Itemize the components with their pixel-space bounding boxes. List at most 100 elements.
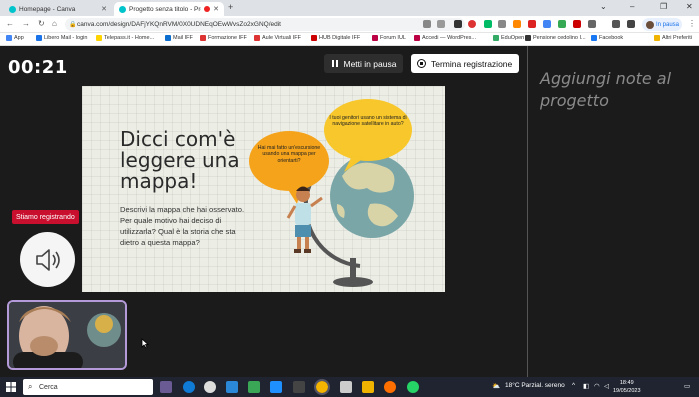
hp-icon[interactable] xyxy=(204,381,216,393)
side-panel-icon[interactable] xyxy=(627,20,635,28)
presentation-slide: Dicci com'è leggere una mappa! Descrivi … xyxy=(82,86,445,292)
globe-stand-base xyxy=(333,277,373,287)
extension-icon[interactable] xyxy=(528,20,536,28)
tab-homepage[interactable]: Homepage - Canva ✕ xyxy=(4,2,112,16)
bookmark-label: Altri Preferiti xyxy=(662,35,692,41)
minimize-icon[interactable]: – xyxy=(630,2,634,11)
bookmark-label: EduOpen xyxy=(501,35,525,41)
recording-timer: 00:21 xyxy=(8,57,68,78)
mail-app-icon[interactable] xyxy=(226,381,238,393)
boy-shorts xyxy=(295,225,311,237)
whatsapp-icon[interactable] xyxy=(407,381,419,393)
extension-icon[interactable] xyxy=(573,20,581,28)
bookmark-libero[interactable]: Libero Mail - login xyxy=(36,35,87,41)
extension-icon[interactable] xyxy=(588,20,596,28)
bookmark-folder[interactable]: Altri Preferiti xyxy=(654,35,692,41)
word-icon[interactable] xyxy=(270,381,282,393)
windows-start-icon[interactable] xyxy=(6,382,16,392)
webcam-preview[interactable] xyxy=(7,300,127,370)
close-tab-icon[interactable]: ✕ xyxy=(213,5,219,13)
bookmark-iff[interactable]: Formazione IFF xyxy=(200,35,247,41)
bookmark-iff[interactable]: Aule Virtuali IFF xyxy=(254,35,301,41)
task-view-icon[interactable] xyxy=(160,381,172,393)
volume-icon[interactable]: ◁ xyxy=(604,382,609,390)
maximize-icon[interactable]: ❐ xyxy=(660,2,667,11)
bookmark-label: Aule Virtuali IFF xyxy=(262,35,302,41)
url-field[interactable]: 🔒 canva.com/design/DAFjYKQnRVM/0X0UDNEqO… xyxy=(65,18,465,31)
app-icon[interactable] xyxy=(340,381,352,393)
store-icon[interactable] xyxy=(248,381,260,393)
bookmark-forum[interactable]: Forum IUL xyxy=(372,35,406,41)
close-tab-icon[interactable]: ✕ xyxy=(101,5,107,13)
share-icon[interactable] xyxy=(423,20,431,28)
home-icon[interactable]: ⌂ xyxy=(52,19,57,28)
tray-chevron-icon[interactable]: ^ xyxy=(572,382,575,389)
pause-icon xyxy=(332,60,338,67)
bookmark-telepass[interactable]: Telepass.it - Home... xyxy=(96,35,154,41)
boy-shirt xyxy=(295,203,311,225)
notifications-icon[interactable]: ▭ xyxy=(684,382,690,390)
chrome-icon[interactable] xyxy=(314,379,330,395)
bookmark-eduopen[interactable]: EduOpen xyxy=(493,35,524,41)
screen-recorder-icon[interactable] xyxy=(468,20,476,28)
menu-kebab-icon[interactable]: ⋮ xyxy=(688,19,696,28)
boy-leg xyxy=(305,237,309,249)
bookmarks-bar: App Libero Mail - login Telepass.it - Home… xyxy=(0,33,699,46)
file-explorer-icon[interactable] xyxy=(362,381,374,393)
bookmark-inps[interactable]: Pensione cedolino I... xyxy=(525,35,586,41)
bookmark-mail[interactable]: Mail IFF xyxy=(165,35,193,41)
app-icon[interactable] xyxy=(293,381,305,393)
extension-icon[interactable] xyxy=(513,20,521,28)
profile-pause-button[interactable]: In pausa xyxy=(642,18,682,31)
bookmark-label: Pensione cedolino I... xyxy=(533,35,586,41)
extension-icon[interactable] xyxy=(498,20,506,28)
bookmark-star-icon[interactable] xyxy=(437,20,445,28)
extension-icon[interactable] xyxy=(484,20,492,28)
notes-field[interactable]: Aggiungi note al progetto xyxy=(540,68,690,112)
facebook-icon xyxy=(591,35,597,41)
bookmark-facebook[interactable]: Facebook xyxy=(591,35,623,41)
boy-arm xyxy=(286,205,297,219)
edge-icon[interactable] xyxy=(183,381,195,393)
bookmark-label: Formazione IFF xyxy=(208,35,247,41)
pause-recording-button[interactable]: Metti in pausa xyxy=(324,54,403,73)
bookmark-hub[interactable]: HUB Digitale IFF xyxy=(311,35,360,41)
browser-tab-strip: Homepage - Canva ✕ Progetto senza titolo… xyxy=(0,0,699,16)
libero-icon xyxy=(36,35,42,41)
bookmark-label: HUB Digitale IFF xyxy=(319,35,361,41)
iff-icon xyxy=(200,35,206,41)
extension-icon[interactable] xyxy=(454,20,462,28)
speech-bubble-right xyxy=(324,99,412,161)
reload-icon[interactable]: ↻ xyxy=(38,19,45,28)
firefox-icon[interactable] xyxy=(384,381,396,393)
canva-icon xyxy=(9,5,16,13)
avatar xyxy=(646,20,654,29)
stop-recording-button[interactable]: Termina registrazione xyxy=(411,54,519,73)
forward-icon[interactable]: → xyxy=(22,19,30,28)
forum-icon xyxy=(372,35,378,41)
extension-icon[interactable] xyxy=(558,20,566,28)
pause-recording-label: Metti in pausa xyxy=(343,58,397,69)
speaker-icon xyxy=(35,248,60,271)
close-window-icon[interactable]: ✕ xyxy=(686,2,693,11)
taskbar-search-field[interactable]: ⌕ Cerca xyxy=(23,379,153,395)
tab-project[interactable]: Progetto senza titolo - Prev ✕ xyxy=(114,2,224,16)
wifi-icon[interactable]: ◠ xyxy=(594,382,600,390)
bookmark-apps-grid[interactable]: App xyxy=(6,35,24,41)
weather-icon[interactable]: ⛅ xyxy=(492,382,500,390)
back-icon[interactable]: ← xyxy=(6,19,14,28)
url-text: canva.com/design/DAFjYKQnRVM/0X0UDNEqOEw… xyxy=(77,21,281,28)
boy-leg xyxy=(297,237,301,249)
system-clock[interactable]: 18:49 19/05/2023 xyxy=(613,379,641,395)
bookmark-label: Libero Mail - login xyxy=(44,35,88,41)
puzzle-extensions-icon[interactable] xyxy=(612,20,620,28)
clock-date: 19/05/2023 xyxy=(613,388,641,394)
weather-text[interactable]: 18°C Parzial. sereno xyxy=(505,382,565,389)
microphone-toggle-button[interactable] xyxy=(20,232,75,287)
bookmark-wordpress[interactable]: Accedi — WordPres... xyxy=(414,35,476,41)
network-icon[interactable]: ◧ xyxy=(583,382,589,390)
tab-search-icon[interactable]: ⌄ xyxy=(600,2,607,11)
extension-icon[interactable] xyxy=(543,20,551,28)
hub-icon xyxy=(311,35,317,41)
new-tab-icon[interactable]: + xyxy=(228,2,233,12)
